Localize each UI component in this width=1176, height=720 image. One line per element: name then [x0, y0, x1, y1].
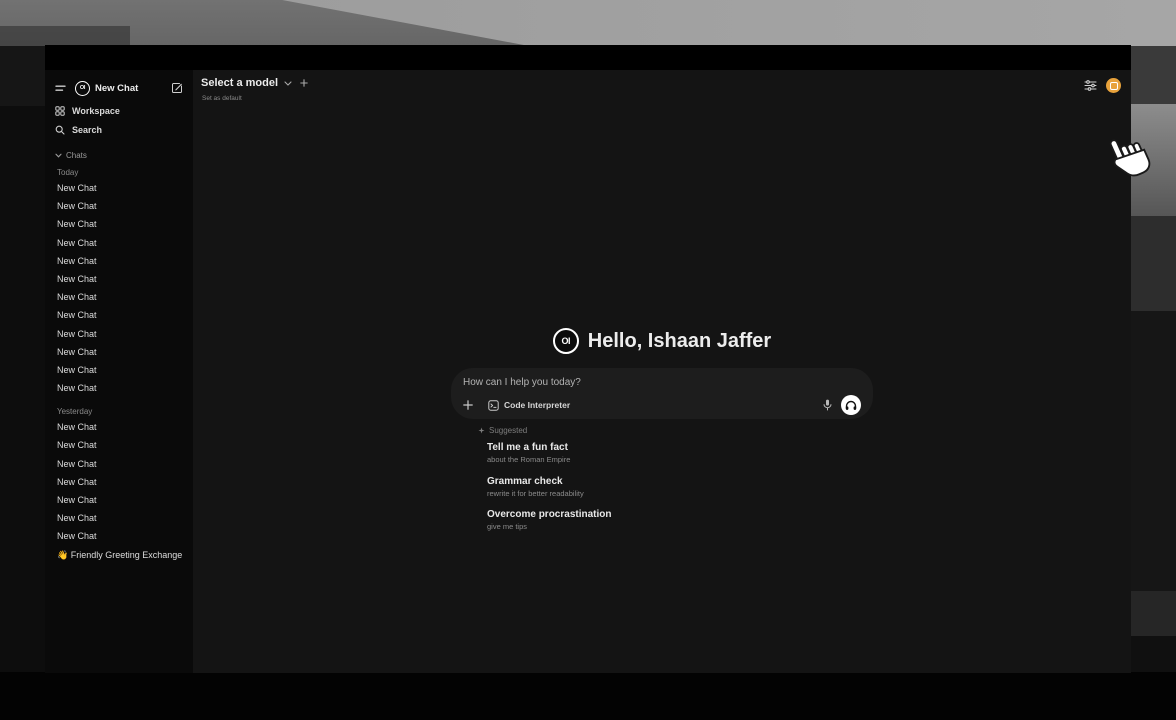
chat-item[interactable]: New Chat [55, 234, 183, 252]
suggested-prompt-title: Grammar check [487, 476, 873, 488]
main-panel: Select a model Set as default [193, 70, 1131, 673]
chat-item[interactable]: New Chat [55, 179, 183, 197]
grid-icon [55, 106, 65, 116]
workspace-label: Workspace [72, 106, 120, 116]
sidebar: OI New Chat Workspace Search [45, 70, 193, 673]
code-interpreter-label: Code Interpreter [504, 400, 570, 410]
sidebar-item-workspace[interactable]: Workspace [55, 101, 183, 120]
user-avatar[interactable] [1106, 78, 1121, 93]
chat-input-box[interactable]: How can I help you today? Code Interpret… [451, 368, 873, 419]
wallpaper-right [1131, 46, 1176, 672]
terminal-icon [488, 400, 499, 411]
date-group-yesterday: Yesterday [55, 405, 183, 418]
new-chat-icon[interactable] [171, 82, 183, 94]
suggested-prompt-subtitle: about the Roman Empire [487, 455, 873, 465]
chats-section-header[interactable]: Chats [55, 149, 183, 162]
chat-item[interactable]: New Chat [55, 473, 183, 491]
suggested-label: Suggested [489, 426, 527, 435]
chat-item[interactable]: New Chat [55, 418, 183, 436]
suggested-section: Suggested Tell me a fun fact about the R… [451, 426, 873, 532]
chat-item[interactable]: New Chat [55, 361, 183, 379]
sidebar-header: OI New Chat [55, 75, 183, 101]
chat-item[interactable]: New Chat [55, 527, 183, 545]
sidebar-item-search[interactable]: Search [55, 120, 183, 139]
date-group-today: Today [55, 166, 183, 179]
suggested-prompt-title: Overcome procrastination [487, 509, 873, 521]
chat-item[interactable]: New Chat [55, 455, 183, 473]
microphone-icon[interactable] [823, 399, 832, 411]
chat-item[interactable]: New Chat [55, 288, 183, 306]
chat-item-named[interactable]: 👋 Friendly Greeting Exchange [55, 546, 183, 564]
chat-item[interactable]: New Chat [55, 197, 183, 215]
chat-item[interactable]: New Chat [55, 252, 183, 270]
welcome-area: OI Hello, Ishaan Jaffer How can I help y… [451, 328, 873, 543]
chat-item[interactable]: New Chat [55, 325, 183, 343]
chat-item[interactable]: New Chat [55, 306, 183, 324]
app-logo-large: OI [553, 328, 579, 354]
suggested-list: Tell me a fun fact about the Roman Empir… [487, 442, 873, 532]
attach-plus-icon[interactable] [463, 400, 473, 410]
app-window: OI New Chat Workspace Search [45, 45, 1131, 673]
add-model-icon[interactable] [300, 79, 308, 87]
model-selector-label: Select a model [201, 77, 278, 89]
suggested-header: Suggested [478, 426, 873, 435]
chat-item[interactable]: New Chat [55, 379, 183, 397]
window-titlebar [45, 45, 1131, 70]
chat-item[interactable]: New Chat [55, 509, 183, 527]
chat-item[interactable]: New Chat [55, 343, 183, 361]
chat-input-placeholder[interactable]: How can I help you today? [463, 377, 861, 388]
code-interpreter-toggle[interactable]: Code Interpreter [488, 400, 570, 411]
model-chevron-icon [284, 81, 292, 86]
settings-sliders-icon[interactable] [1084, 80, 1097, 91]
suggested-prompt[interactable]: Grammar check rewrite it for better read… [487, 476, 873, 499]
chat-item[interactable]: New Chat [55, 491, 183, 509]
suggested-prompt[interactable]: Overcome procrastination give me tips [487, 509, 873, 532]
wallpaper-top-corner [0, 26, 130, 46]
search-label: Search [72, 125, 102, 135]
wallpaper-left [0, 46, 45, 672]
chat-item[interactable]: New Chat [55, 436, 183, 454]
model-selector[interactable]: Select a model [201, 77, 308, 89]
voice-call-button[interactable] [841, 395, 861, 415]
chats-section-label: Chats [66, 151, 87, 160]
greeting: OI Hello, Ishaan Jaffer [451, 328, 873, 354]
chat-item[interactable]: New Chat [55, 270, 183, 288]
avatar-glyph [1110, 82, 1118, 90]
suggested-prompt[interactable]: Tell me a fun fact about the Roman Empir… [487, 442, 873, 465]
suggested-prompt-subtitle: rewrite it for better readability [487, 489, 873, 499]
sidebar-title: New Chat [95, 83, 138, 94]
chat-list-today: New ChatNew ChatNew ChatNew ChatNew Chat… [55, 179, 183, 397]
headphones-icon [845, 400, 857, 411]
sparkle-icon [478, 427, 485, 435]
suggested-prompt-subtitle: give me tips [487, 522, 873, 532]
greeting-text: Hello, Ishaan Jaffer [588, 330, 771, 353]
chat-item[interactable]: New Chat [55, 215, 183, 233]
set-default-link[interactable]: Set as default [202, 95, 242, 102]
app-logo: OI [75, 81, 90, 96]
search-icon [55, 125, 65, 135]
chat-list-yesterday: New ChatNew ChatNew ChatNew ChatNew Chat… [55, 418, 183, 545]
sidebar-toggle-icon[interactable] [55, 84, 66, 93]
suggested-prompt-title: Tell me a fun fact [487, 442, 873, 454]
main-header: Select a model Set as default [193, 70, 1131, 110]
chevron-down-icon [55, 153, 62, 158]
wallpaper-bottom [0, 672, 1176, 720]
